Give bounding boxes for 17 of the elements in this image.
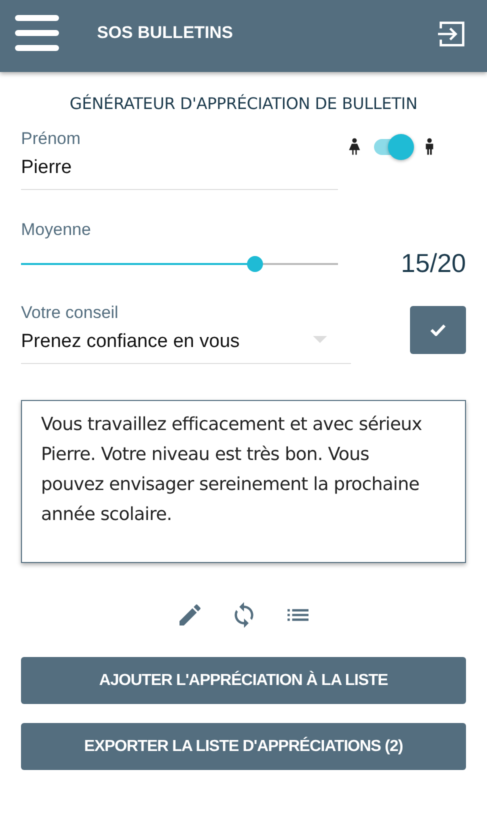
dropdown-caret-icon	[313, 336, 327, 343]
checkmark-icon	[430, 324, 446, 336]
average-slider[interactable]	[21, 256, 338, 272]
page-heading: GÉNÉRATEUR D'APPRÉCIATION DE BULLETIN	[68, 94, 418, 113]
validate-button[interactable]	[410, 306, 466, 354]
advice-dropdown[interactable]: Votre conseil Prenez confiance en vous	[21, 303, 351, 364]
female-icon	[349, 138, 360, 155]
app-title: SOS BULLETINS	[97, 23, 234, 43]
add-to-list-button[interactable]: AJOUTER L'APPRÉCIATION À LA LISTE	[21, 657, 466, 704]
logout-icon[interactable]	[437, 20, 467, 48]
export-list-button[interactable]: EXPORTER LA LISTE D'APPRÉCIATIONS (2)	[21, 723, 466, 770]
average-reading: 15/20	[400, 248, 466, 279]
average-label: Moyenne	[21, 220, 92, 240]
male-icon	[424, 138, 435, 155]
first-name-field[interactable]: Prénom Pierre	[21, 129, 338, 190]
menu-icon[interactable]	[15, 15, 59, 51]
appreciation-text-area[interactable]: Vous travaillez efficacement et avec sérieux Pierre. Votre niveau est très bon. Vous pouvez envisager sereinement la prochaine année scolaire.	[21, 400, 466, 563]
